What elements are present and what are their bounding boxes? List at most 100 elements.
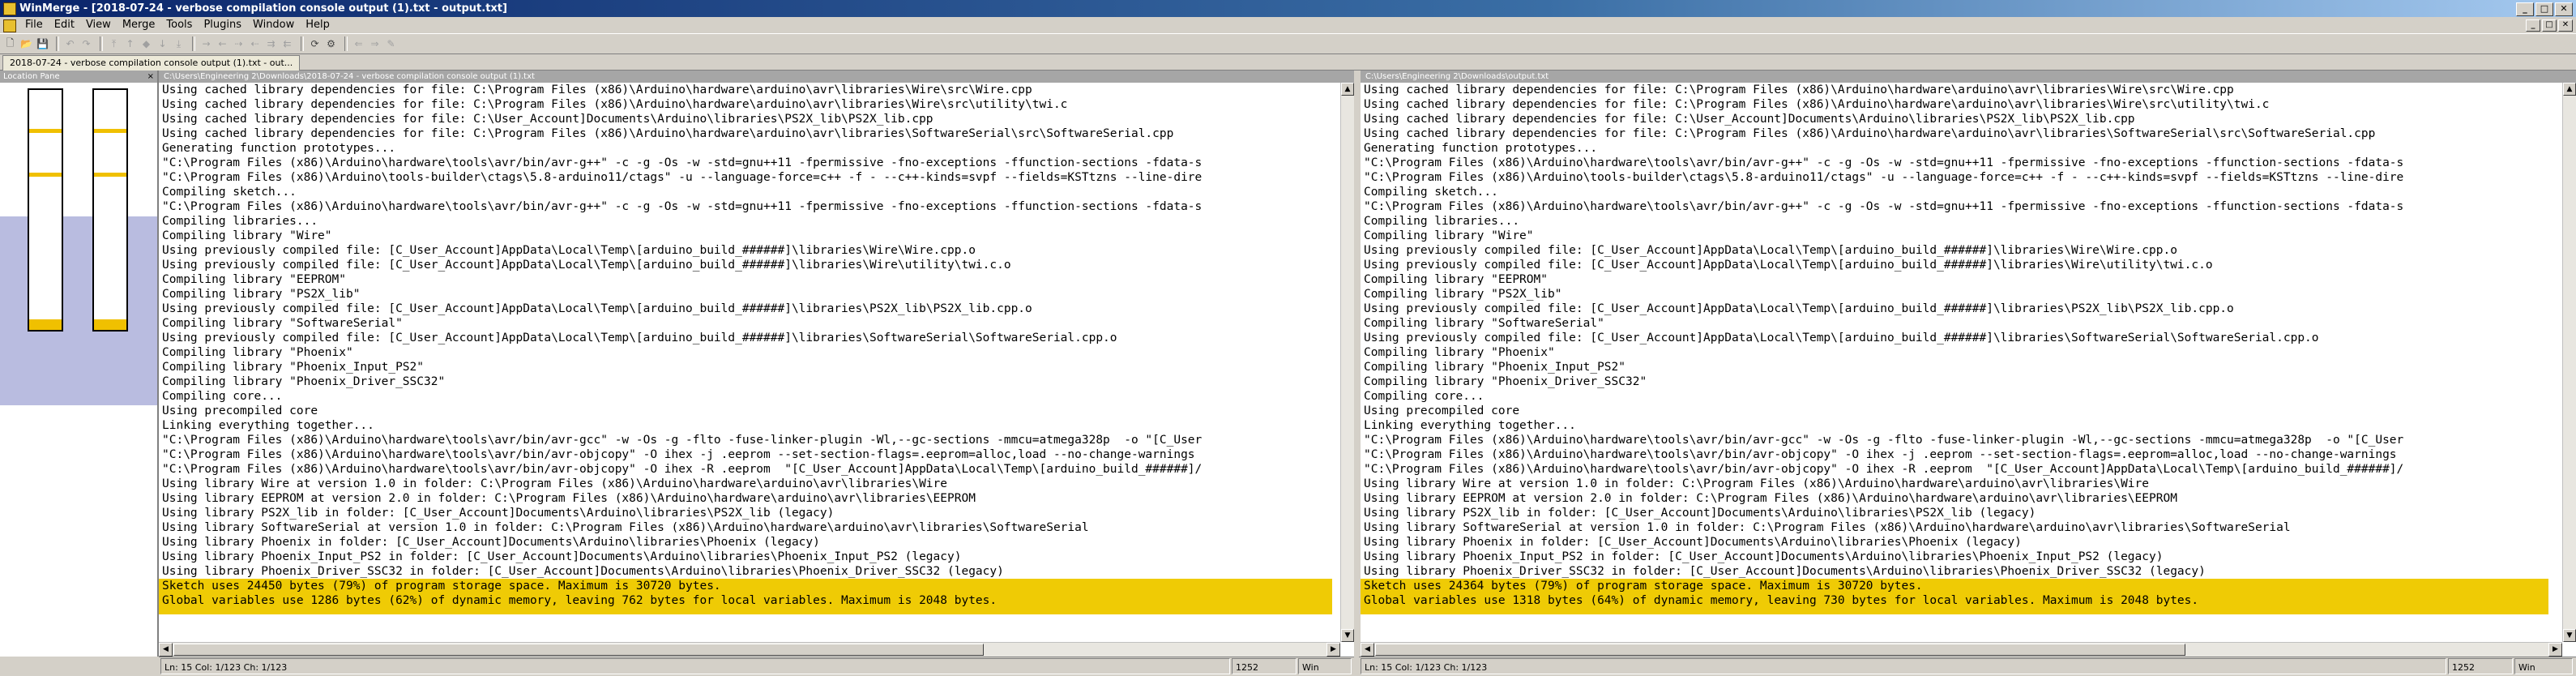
text-line[interactable]: Compiling libraries... — [1361, 214, 2548, 229]
copy-right-icon[interactable]: → — [199, 37, 213, 51]
text-line[interactable]: Using library PS2X_lib in folder: [C_Use… — [159, 506, 1332, 520]
new-icon[interactable]: 🗋 — [3, 37, 17, 51]
text-line[interactable]: Using precompiled core — [159, 404, 1332, 418]
text-line[interactable]: Using library Wire at version 1.0 in fol… — [1361, 477, 2548, 491]
text-line[interactable]: "C:\Program Files (x86)\Arduino\hardware… — [1361, 199, 2548, 214]
menu-tools[interactable]: Tools — [160, 17, 198, 33]
scroll-up-icon[interactable]: ▲ — [1341, 83, 1354, 96]
text-line[interactable]: "C:\Program Files (x86)\Arduino\hardware… — [159, 199, 1332, 214]
scroll-left-icon[interactable]: ◀ — [1361, 643, 1374, 657]
document-tab[interactable]: 2018-07-24 - verbose compilation console… — [2, 55, 301, 71]
text-line[interactable]: Using library Phoenix in folder: [C_User… — [1361, 535, 2548, 550]
text-line[interactable]: Using previously compiled file: [C_User_… — [159, 302, 1332, 316]
text-line[interactable]: "C:\Program Files (x86)\Arduino\hardware… — [1361, 433, 2548, 447]
left-horizontal-scrollbar[interactable]: ◀ ▶ — [159, 642, 1340, 657]
text-line[interactable]: Compiling library "PS2X_lib" — [159, 287, 1332, 302]
text-line[interactable]: Compiling library "Phoenix_Input_PS2" — [1361, 360, 2548, 374]
text-line[interactable]: Using previously compiled file: [C_User_… — [1361, 302, 2548, 316]
text-line[interactable]: Using cached library dependencies for fi… — [159, 112, 1332, 126]
left-read-only-icon[interactable]: ⇐ — [352, 37, 365, 51]
right-vertical-scrollbar[interactable]: ▲ ▼ — [2562, 83, 2576, 642]
text-line[interactable]: Using previously compiled file: [C_User_… — [159, 258, 1332, 272]
text-line[interactable]: Compiling library "SoftwareSerial" — [1361, 316, 2548, 331]
left-text-view[interactable]: Using cached library dependencies for fi… — [159, 83, 1354, 642]
scroll-right-icon[interactable]: ▶ — [1326, 643, 1340, 657]
diff-line[interactable]: Global variables use 1318 bytes (64%) of… — [1361, 593, 2548, 608]
menu-merge[interactable]: Merge — [117, 17, 161, 33]
text-line[interactable]: Using previously compiled file: [C_User_… — [159, 243, 1332, 258]
text-line[interactable]: Compiling library "PS2X_lib" — [1361, 287, 2548, 302]
minimize-button[interactable]: _ — [2516, 2, 2534, 16]
text-line[interactable]: Compiling libraries... — [159, 214, 1332, 229]
diff-line[interactable]: Sketch uses 24364 bytes (79%) of program… — [1361, 579, 2548, 593]
text-line[interactable]: Generating function prototypes... — [159, 141, 1332, 156]
right-text-view[interactable]: Using cached library dependencies for fi… — [1361, 83, 2562, 642]
menu-window[interactable]: Window — [247, 17, 300, 33]
text-line[interactable]: "C:\Program Files (x86)\Arduino\hardware… — [159, 462, 1332, 477]
text-line[interactable]: Linking everything together... — [1361, 418, 2548, 433]
text-line[interactable]: Using library Phoenix_Driver_SSC32 in fo… — [159, 564, 1332, 579]
first-diff-icon[interactable]: ⤒ — [107, 37, 121, 51]
text-line[interactable]: Compiling library "Phoenix" — [159, 345, 1332, 360]
last-diff-icon[interactable]: ⤓ — [172, 37, 186, 51]
text-line[interactable]: "C:\Program Files (x86)\Arduino\hardware… — [1361, 462, 2548, 477]
text-line[interactable]: Compiling sketch... — [159, 185, 1332, 199]
menu-plugins[interactable]: Plugins — [198, 17, 247, 33]
text-line[interactable]: Using library Wire at version 1.0 in fol… — [159, 477, 1332, 491]
text-line[interactable]: Generating function prototypes... — [1361, 141, 2548, 156]
visible-area-indicator[interactable] — [0, 216, 157, 405]
text-line[interactable]: "C:\Program Files (x86)\Arduino\hardware… — [1361, 447, 2548, 462]
left-file-location-bar[interactable] — [28, 88, 63, 332]
copy-left-icon[interactable]: ← — [216, 37, 229, 51]
diff-line[interactable]: Global variables use 1286 bytes (62%) of… — [159, 593, 1332, 608]
diff-marker[interactable] — [94, 319, 126, 330]
next-diff-icon[interactable]: ↓ — [156, 37, 169, 51]
undo-icon[interactable]: ↶ — [63, 37, 77, 51]
prev-diff-icon[interactable]: ↑ — [123, 37, 137, 51]
location-pane[interactable]: Location Pane × — [0, 71, 159, 657]
text-line[interactable]: "C:\Program Files (x86)\Arduino\tools-bu… — [159, 170, 1332, 185]
document-icon[interactable] — [3, 19, 16, 32]
text-line[interactable]: Compiling library "Wire" — [1361, 229, 2548, 243]
doc-close-button[interactable]: ✕ — [2558, 19, 2573, 32]
text-line[interactable]: Using previously compiled file: [C_User_… — [159, 331, 1332, 345]
text-line[interactable]: Compiling library "SoftwareSerial" — [159, 316, 1332, 331]
text-line[interactable]: Compiling sketch... — [1361, 185, 2548, 199]
options-icon[interactable]: ⚙ — [324, 37, 338, 51]
menu-view[interactable]: View — [80, 17, 117, 33]
winmerge-app-icon[interactable] — [3, 2, 16, 15]
text-line[interactable]: Using cached library dependencies for fi… — [1361, 83, 2548, 97]
copy-all-left-icon[interactable]: ⇇ — [280, 37, 294, 51]
menu-help[interactable]: Help — [300, 17, 335, 33]
text-line[interactable]: Using library Phoenix_Driver_SSC32 in fo… — [1361, 564, 2548, 579]
diff-marker[interactable] — [29, 319, 62, 330]
menu-edit[interactable]: Edit — [49, 17, 80, 33]
diff-marker[interactable] — [29, 129, 62, 133]
scroll-left-icon[interactable]: ◀ — [159, 643, 173, 657]
save-icon[interactable]: 💾 — [36, 37, 49, 51]
edit-icon[interactable]: ✎ — [384, 37, 398, 51]
pane-splitter[interactable] — [1354, 71, 1359, 676]
text-line[interactable]: "C:\Program Files (x86)\Arduino\hardware… — [159, 433, 1332, 447]
text-line[interactable]: Using cached library dependencies for fi… — [1361, 112, 2548, 126]
refresh-icon[interactable]: ⟳ — [308, 37, 322, 51]
doc-minimize-button[interactable]: _ — [2526, 19, 2540, 32]
maximize-button[interactable]: □ — [2535, 2, 2553, 16]
text-line[interactable]: Using library Phoenix in folder: [C_User… — [159, 535, 1332, 550]
current-diff-icon[interactable]: ◆ — [139, 37, 153, 51]
text-line[interactable]: Compiling library "Phoenix_Driver_SSC32" — [1361, 374, 2548, 389]
diff-marker[interactable] — [94, 173, 126, 177]
text-line[interactable]: Using library EEPROM at version 2.0 in f… — [1361, 491, 2548, 506]
text-line[interactable]: Using cached library dependencies for fi… — [159, 97, 1332, 112]
text-line[interactable]: Using library EEPROM at version 2.0 in f… — [159, 491, 1332, 506]
text-line[interactable]: Using previously compiled file: [C_User_… — [1361, 243, 2548, 258]
right-file-location-bar[interactable] — [92, 88, 128, 332]
location-pane-close-icon[interactable]: × — [147, 71, 154, 83]
text-line[interactable]: Compiling library "Phoenix_Input_PS2" — [159, 360, 1332, 374]
text-line[interactable]: Linking everything together... — [159, 418, 1332, 433]
open-icon[interactable]: 📂 — [19, 37, 33, 51]
close-button[interactable]: ✕ — [2555, 2, 2573, 16]
right-horizontal-scrollbar[interactable]: ◀ ▶ — [1361, 642, 2562, 657]
text-line[interactable]: "C:\Program Files (x86)\Arduino\hardware… — [159, 156, 1332, 170]
text-line[interactable]: Compiling library "Wire" — [159, 229, 1332, 243]
